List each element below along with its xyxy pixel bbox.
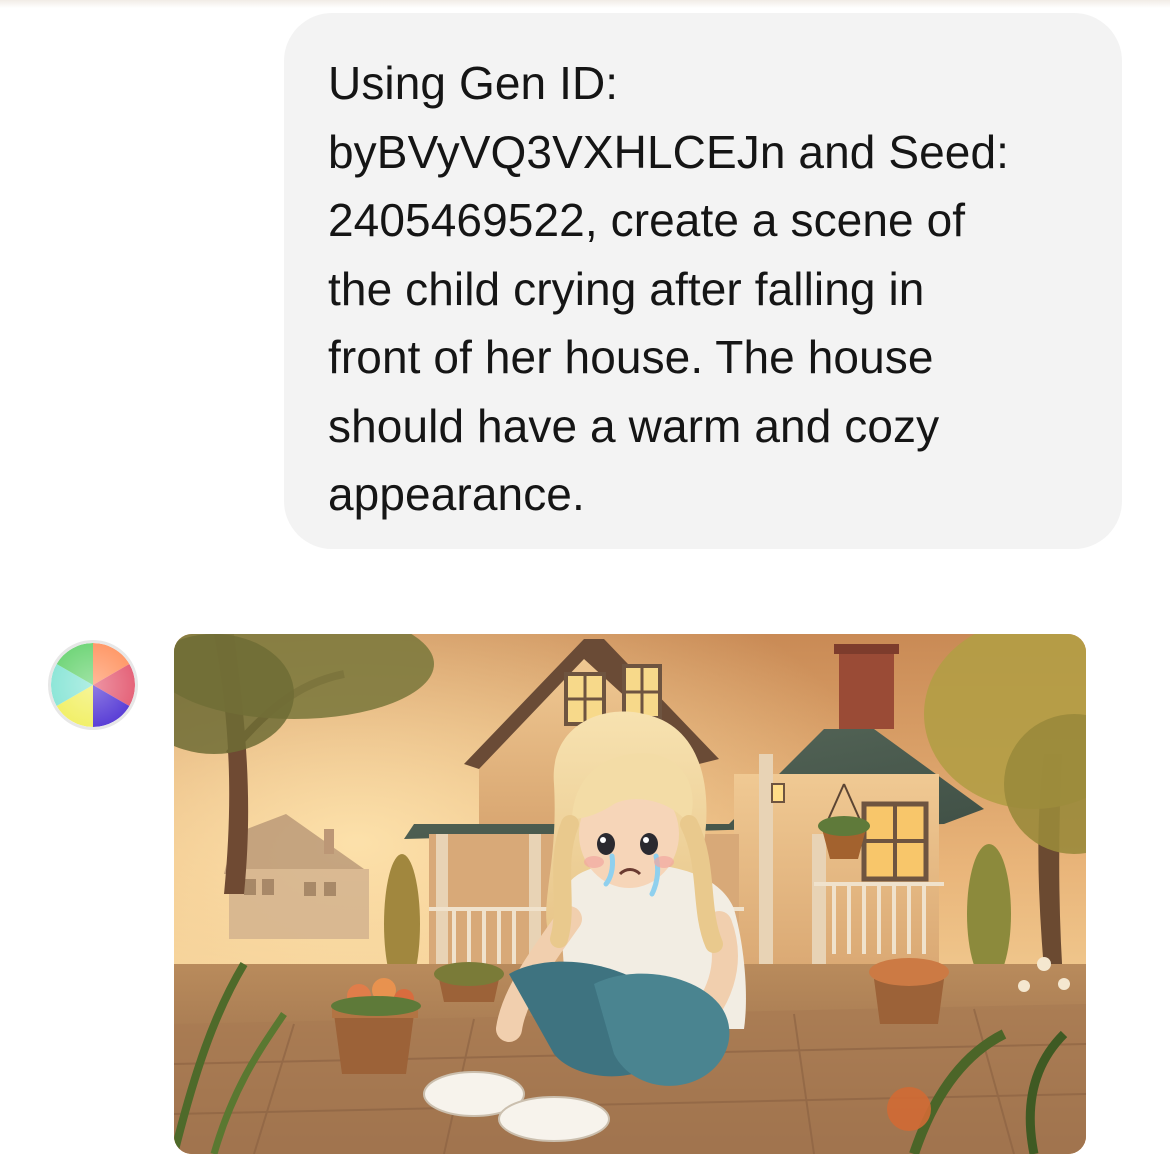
assistant-avatar-icon bbox=[48, 640, 138, 730]
generated-illustration[interactable] bbox=[174, 634, 1086, 1154]
chat-screen: Using Gen ID: byBVyVQ3VXHLCEJn and Seed:… bbox=[0, 0, 1170, 1175]
top-edge-fade bbox=[0, 0, 1170, 8]
user-message-text: Using Gen ID: byBVyVQ3VXHLCEJn and Seed:… bbox=[328, 57, 1010, 520]
user-message-bubble[interactable]: Using Gen ID: byBVyVQ3VXHLCEJn and Seed:… bbox=[284, 13, 1122, 549]
